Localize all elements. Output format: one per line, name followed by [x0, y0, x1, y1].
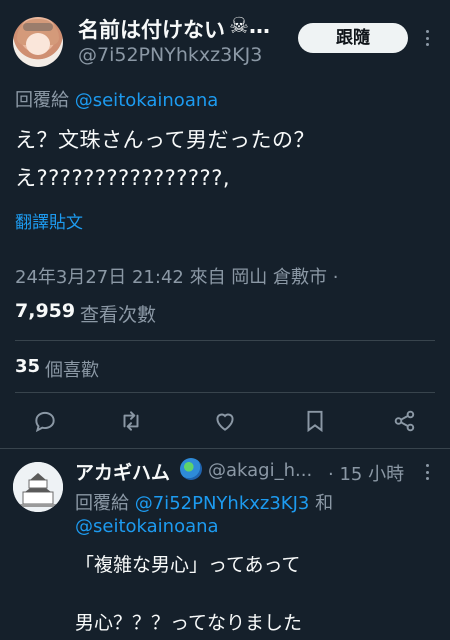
divider: [15, 340, 435, 341]
views-label: 查看次數: [80, 304, 157, 326]
divider: [15, 392, 435, 393]
reply-more-options-icon[interactable]: [420, 460, 434, 484]
avatar-face: [26, 33, 50, 55]
author-display-name[interactable]: 名前は付けない: [78, 14, 225, 44]
author-handle[interactable]: @7i52PNYhkxz3KJ3: [78, 44, 262, 66]
translate-post-link[interactable]: 翻譯貼文: [15, 208, 83, 233]
globe-icon: [180, 458, 202, 480]
reply-mention-link[interactable]: @7i52PNYhkxz3KJ3: [135, 493, 310, 514]
reply-context: 回覆給 @seitokainoana: [15, 86, 218, 112]
author-avatar[interactable]: [13, 17, 63, 67]
divider: [0, 448, 450, 449]
likes-count[interactable]: 35: [15, 356, 40, 377]
more-options-icon[interactable]: [420, 26, 434, 50]
tweet-text-line-2: え????????????????,: [15, 166, 231, 190]
likes-label[interactable]: 個喜歡: [45, 356, 99, 382]
retweet-icon[interactable]: [118, 408, 144, 434]
reply-reply-context: 回覆給 @7i52PNYhkxz3KJ3 和: [75, 489, 333, 515]
reply-icon[interactable]: [32, 408, 58, 434]
avatar-goggles: [23, 23, 53, 31]
reply-author-display-name[interactable]: アカギハム: [75, 458, 170, 485]
reply-author-handle[interactable]: @akagi_h...: [208, 460, 312, 481]
reply-mention-link[interactable]: @seitokainoana: [75, 90, 219, 111]
reply-prefix: 回覆給: [15, 90, 69, 111]
views-count: 7,959: [15, 300, 76, 322]
reply-time[interactable]: · 15 小時: [328, 460, 404, 486]
reply-text-line-1: 「複雑な男心」ってあって: [75, 554, 301, 576]
follow-button[interactable]: 跟隨: [298, 23, 408, 53]
post-timestamp[interactable]: 24年3月27日 21:42 來自 岡山 倉敷市 ·: [15, 263, 338, 289]
reply-and-text: 和: [315, 493, 334, 514]
reply-mention-link-2[interactable]: @seitokainoana: [75, 516, 219, 537]
reply-prefix: 回覆給: [75, 493, 129, 514]
tweet-text-line-1: え？文珠さんって男だったの？: [15, 128, 315, 152]
bookmark-icon[interactable]: [302, 408, 328, 434]
reply-text-line-2: 男心？？？ってなりました: [75, 612, 303, 634]
display-name-ellipsis: …: [249, 14, 270, 38]
share-icon[interactable]: [392, 408, 418, 434]
reply-author-avatar[interactable]: [13, 462, 63, 512]
like-icon[interactable]: [212, 408, 238, 434]
